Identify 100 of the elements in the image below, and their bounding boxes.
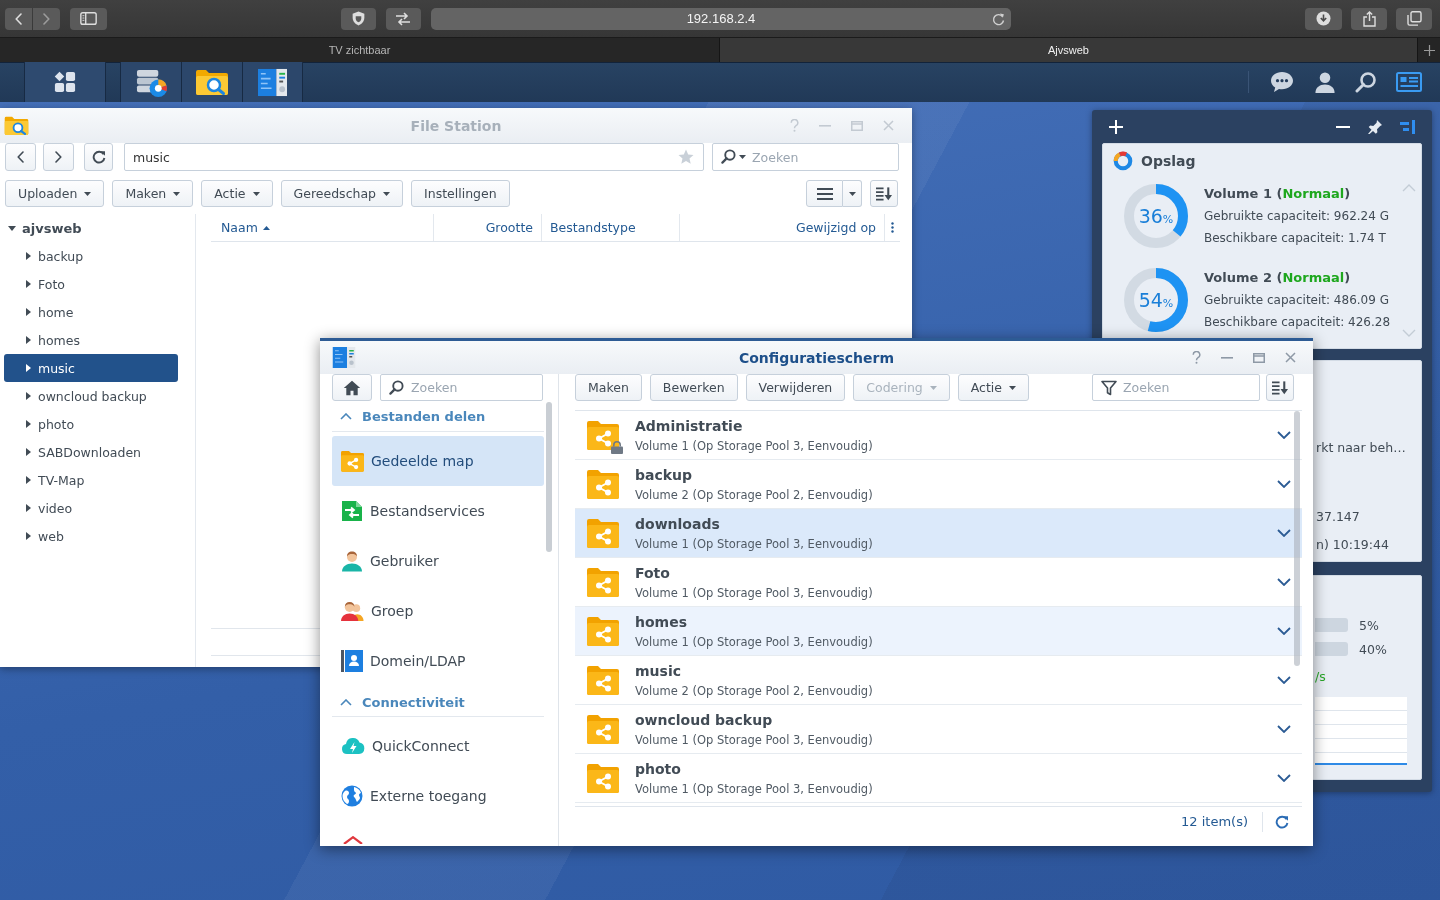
toolbar-button[interactable]: Verwijderen <box>745 374 846 401</box>
tree-item[interactable]: homes <box>4 326 178 354</box>
caret-right-icon[interactable] <box>26 252 31 260</box>
back-button[interactable] <box>5 7 32 30</box>
nav-item[interactable]: Groep <box>332 586 544 636</box>
toolbar-button[interactable]: Instellingen <box>411 180 510 207</box>
nav-item[interactable]: Externe toegang <box>332 771 544 821</box>
widgets-icon[interactable] <box>1396 72 1422 92</box>
chevron-down-icon[interactable] <box>1277 676 1291 684</box>
search-field[interactable]: Zoeken <box>712 143 899 171</box>
user-icon[interactable] <box>1314 70 1336 94</box>
caret-right-icon[interactable] <box>26 532 31 540</box>
column-header[interactable]: Gewijzigd op <box>679 214 884 241</box>
refresh-button[interactable] <box>84 143 113 171</box>
tree-item[interactable]: web <box>4 522 178 550</box>
swap-button[interactable] <box>385 7 421 30</box>
chevron-down-icon[interactable] <box>1277 774 1291 782</box>
tree-item[interactable]: ajvsweb <box>4 214 178 242</box>
caret-right-icon[interactable] <box>26 364 31 372</box>
chevron-down-icon[interactable] <box>1277 725 1291 733</box>
minimize-icon[interactable] <box>1336 125 1350 128</box>
caret-right-icon[interactable] <box>26 392 31 400</box>
path-field[interactable]: music <box>124 143 704 171</box>
view-mode-button[interactable] <box>806 180 843 207</box>
back-button[interactable] <box>5 143 36 171</box>
sort-button[interactable] <box>1266 374 1294 401</box>
tree-item[interactable]: home <box>4 298 178 326</box>
main-menu-button[interactable] <box>24 62 106 102</box>
folder-row[interactable]: downloads Volume 1 (Op Storage Pool 3, Eenvoudig) <box>575 509 1302 558</box>
column-header[interactable]: Bestandstype <box>541 214 679 241</box>
nav-item[interactable]: QuickConnect <box>332 721 544 771</box>
column-header[interactable]: Grootte <box>433 214 541 241</box>
caret-right-icon[interactable] <box>26 280 31 288</box>
dropdown-button[interactable]: Gereedschap <box>280 180 404 207</box>
tabs-button[interactable] <box>1396 7 1432 30</box>
tree-item[interactable]: owncloud backup <box>4 382 178 410</box>
toolbar-button[interactable]: Bewerken <box>649 374 738 401</box>
chat-icon[interactable] <box>1269 70 1295 94</box>
download-button[interactable] <box>1305 7 1343 30</box>
reload-icon[interactable] <box>992 11 1006 26</box>
chevron-down-icon[interactable] <box>1277 578 1291 586</box>
taskbar-app-button[interactable] <box>181 62 242 102</box>
toolbar-button[interactable]: Maken <box>575 374 642 401</box>
search-field[interactable]: Zoeken <box>380 374 543 401</box>
column-header[interactable]: Naam <box>211 214 433 241</box>
vertical-dots-icon[interactable] <box>890 222 894 233</box>
forward-button[interactable] <box>43 143 74 171</box>
chevron-down-icon[interactable] <box>1277 627 1291 635</box>
refresh-icon[interactable] <box>1275 814 1289 829</box>
tree-item[interactable]: photo <box>4 410 178 438</box>
section-header[interactable]: Bestanden delen <box>332 402 544 432</box>
dropdown-button[interactable]: Actie <box>201 180 273 207</box>
sort-button[interactable] <box>870 180 898 207</box>
filter-field[interactable]: Zoeken <box>1092 374 1260 401</box>
browser-tab[interactable]: Ajvsweb <box>720 38 1418 62</box>
taskbar-app-button[interactable] <box>242 62 303 102</box>
panel-toggle-icon[interactable] <box>1400 119 1415 134</box>
maximize-icon[interactable] <box>1253 352 1265 363</box>
close-icon[interactable] <box>1285 352 1296 363</box>
address-field[interactable]: 192.168.2.4 <box>430 7 1012 30</box>
caret-right-icon[interactable] <box>26 308 31 316</box>
nav-item[interactable]: Gebruiker <box>332 536 544 586</box>
dropdown-button[interactable]: Actie <box>957 374 1030 401</box>
tree-item[interactable]: TV-Map <box>4 466 178 494</box>
plus-icon[interactable] <box>1109 119 1123 134</box>
folder-row[interactable]: homes Volume 1 (Op Storage Pool 3, Eenvoudig) <box>575 607 1302 656</box>
tree-item[interactable]: SABDownloaden <box>4 438 178 466</box>
tree-item[interactable]: video <box>4 494 178 522</box>
dropdown-button[interactable]: Uploaden <box>5 180 105 207</box>
forward-button[interactable] <box>33 7 60 30</box>
nav-item[interactable]: Bestandservices <box>332 486 544 536</box>
section-header[interactable]: Connectiviteit <box>332 689 544 717</box>
caret-right-icon[interactable] <box>26 504 31 512</box>
nav-item[interactable]: Gedeelde map <box>332 436 544 486</box>
caret-right-icon[interactable] <box>26 448 31 456</box>
folder-row[interactable]: music Volume 2 (Op Storage Pool 2, Eenvoudig) <box>575 656 1302 705</box>
share-button[interactable] <box>1351 7 1388 30</box>
scrollbar-thumb[interactable] <box>546 402 552 552</box>
chevron-down-icon[interactable] <box>1277 431 1291 439</box>
caret-right-icon[interactable] <box>26 420 31 428</box>
folder-row[interactable]: photo Volume 1 (Op Storage Pool 3, Eenvoudig) <box>575 754 1302 803</box>
chevron-down-icon[interactable] <box>1277 529 1291 537</box>
caret-right-icon[interactable] <box>26 476 31 484</box>
folder-row[interactable]: Administratie Volume 1 (Op Storage Pool 3, Eenvoudig) <box>575 411 1302 460</box>
folder-row[interactable]: owncloud backup Volume 1 (Op Storage Pool 3, Eenvoudig) <box>575 705 1302 754</box>
star-icon[interactable] <box>678 149 694 164</box>
scrollbar-thumb[interactable] <box>1294 411 1300 666</box>
sidebar-button[interactable] <box>70 7 107 30</box>
tree-item[interactable]: Foto <box>4 270 178 298</box>
search-icon[interactable] <box>1355 71 1377 93</box>
tree-item[interactable]: music <box>4 354 178 382</box>
view-menu-button[interactable] <box>843 180 862 207</box>
help-icon[interactable] <box>1192 351 1201 364</box>
privacy-button[interactable] <box>340 7 376 30</box>
pin-icon[interactable] <box>1368 119 1382 134</box>
tree-item[interactable]: backup <box>4 242 178 270</box>
taskbar-app-button[interactable] <box>120 62 181 102</box>
caret-right-icon[interactable] <box>26 336 31 344</box>
new-tab-icon[interactable] <box>1423 44 1435 56</box>
home-button[interactable] <box>332 374 372 401</box>
